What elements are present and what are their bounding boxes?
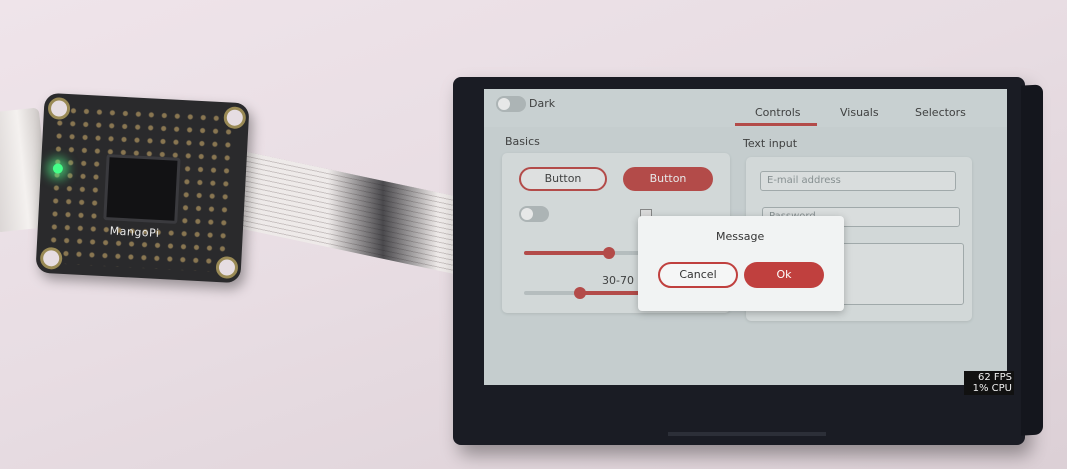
bezel-slot [668, 432, 826, 436]
fps-readout: 62 FPS [977, 372, 1012, 383]
perf-monitor: 62 FPS 1% CPU [964, 371, 1014, 395]
bezel-edge [1021, 84, 1043, 436]
mount-hole [223, 106, 247, 130]
cpu-readout: 1% CPU [972, 383, 1012, 394]
power-led [52, 163, 64, 174]
lcd-screen: Dark Controls Visuals Selectors Basics B… [484, 89, 1007, 385]
soc-chip [103, 154, 181, 224]
message-box: Message Cancel Ok [638, 216, 844, 311]
ok-button[interactable]: Ok [744, 262, 824, 288]
mount-hole [39, 246, 63, 270]
cancel-button[interactable]: Cancel [658, 262, 738, 288]
mount-hole [215, 255, 239, 280]
mount-hole [47, 96, 71, 121]
dev-board: MangoPi [35, 92, 250, 284]
message-box-title: Message [716, 230, 765, 243]
ribbon-cable [238, 150, 473, 278]
board-label: MangoPi [109, 224, 160, 240]
